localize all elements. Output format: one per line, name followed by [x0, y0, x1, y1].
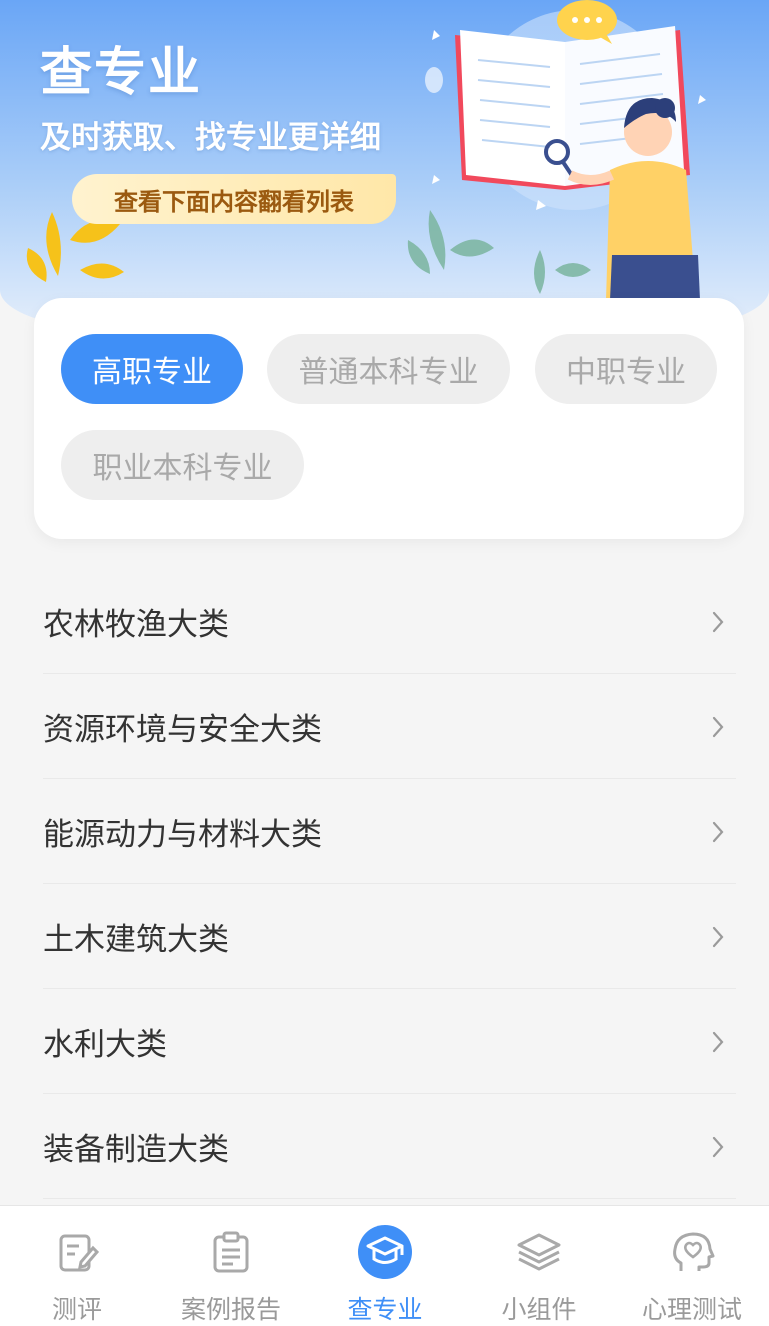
filter-chip-undergraduate[interactable]: 普通本科专业 [267, 334, 510, 404]
list-item[interactable]: 土木建筑大类 [43, 885, 736, 989]
list-item-label: 能源动力与材料大类 [43, 817, 322, 853]
list-item-label: 装备制造大类 [43, 1132, 229, 1168]
list-item-label: 农林牧渔大类 [43, 607, 229, 643]
filter-chip-vocational[interactable]: 高职专业 [61, 334, 243, 404]
bottom-tab-bar: 测评 案例报告 查专业 小组件 心理测试 [0, 1205, 769, 1326]
hero-banner: 查专业 及时获取、找专业更详细 查看下面内容翻看列表 [0, 0, 769, 330]
list-item[interactable]: 能源动力与材料大类 [43, 780, 736, 884]
page-subtitle: 及时获取、找专业更详细 [40, 120, 381, 156]
list-item[interactable]: 农林牧渔大类 [43, 570, 736, 674]
graduation-cap-icon [357, 1224, 413, 1280]
scroll-hint-badge: 查看下面内容翻看列表 [72, 174, 396, 224]
chevron-right-icon [712, 611, 724, 632]
chevron-right-icon [712, 1136, 724, 1157]
clipboard-icon [203, 1224, 259, 1280]
list-item-label: 土木建筑大类 [43, 922, 229, 958]
chevron-right-icon [712, 1031, 724, 1052]
list-item[interactable]: 装备制造大类 [43, 1095, 736, 1199]
tab-label: 案例报告 [180, 1295, 281, 1324]
tab-label: 测评 [51, 1295, 102, 1324]
tab-label: 心理测试 [641, 1295, 742, 1324]
chevron-right-icon [712, 716, 724, 737]
tab-psych-test[interactable]: 心理测试 [615, 1206, 769, 1326]
chevron-right-icon [712, 926, 724, 947]
filter-chip-secondary-vocational[interactable]: 中职专业 [535, 334, 717, 404]
list-item[interactable]: 资源环境与安全大类 [43, 675, 736, 779]
layers-icon [511, 1224, 567, 1280]
list-item-label: 水利大类 [43, 1027, 167, 1063]
tab-label: 小组件 [501, 1295, 577, 1324]
filter-chip-vocational-undergraduate[interactable]: 职业本科专业 [61, 430, 304, 500]
major-type-filter-card: 高职专业 普通本科专业 中职专业 职业本科专业 [34, 298, 744, 539]
list-item-label: 资源环境与安全大类 [43, 712, 322, 748]
chevron-right-icon [712, 821, 724, 842]
head-heart-icon [664, 1224, 720, 1280]
tab-search-major[interactable]: 查专业 [308, 1206, 462, 1326]
page-title: 查专业 [40, 43, 203, 103]
tab-label: 查专业 [347, 1295, 423, 1324]
tab-case-report[interactable]: 案例报告 [154, 1206, 308, 1326]
tab-assessment[interactable]: 测评 [0, 1206, 154, 1326]
edit-note-icon [49, 1224, 105, 1280]
tab-widgets[interactable]: 小组件 [462, 1206, 616, 1326]
list-item[interactable]: 水利大类 [43, 990, 736, 1094]
